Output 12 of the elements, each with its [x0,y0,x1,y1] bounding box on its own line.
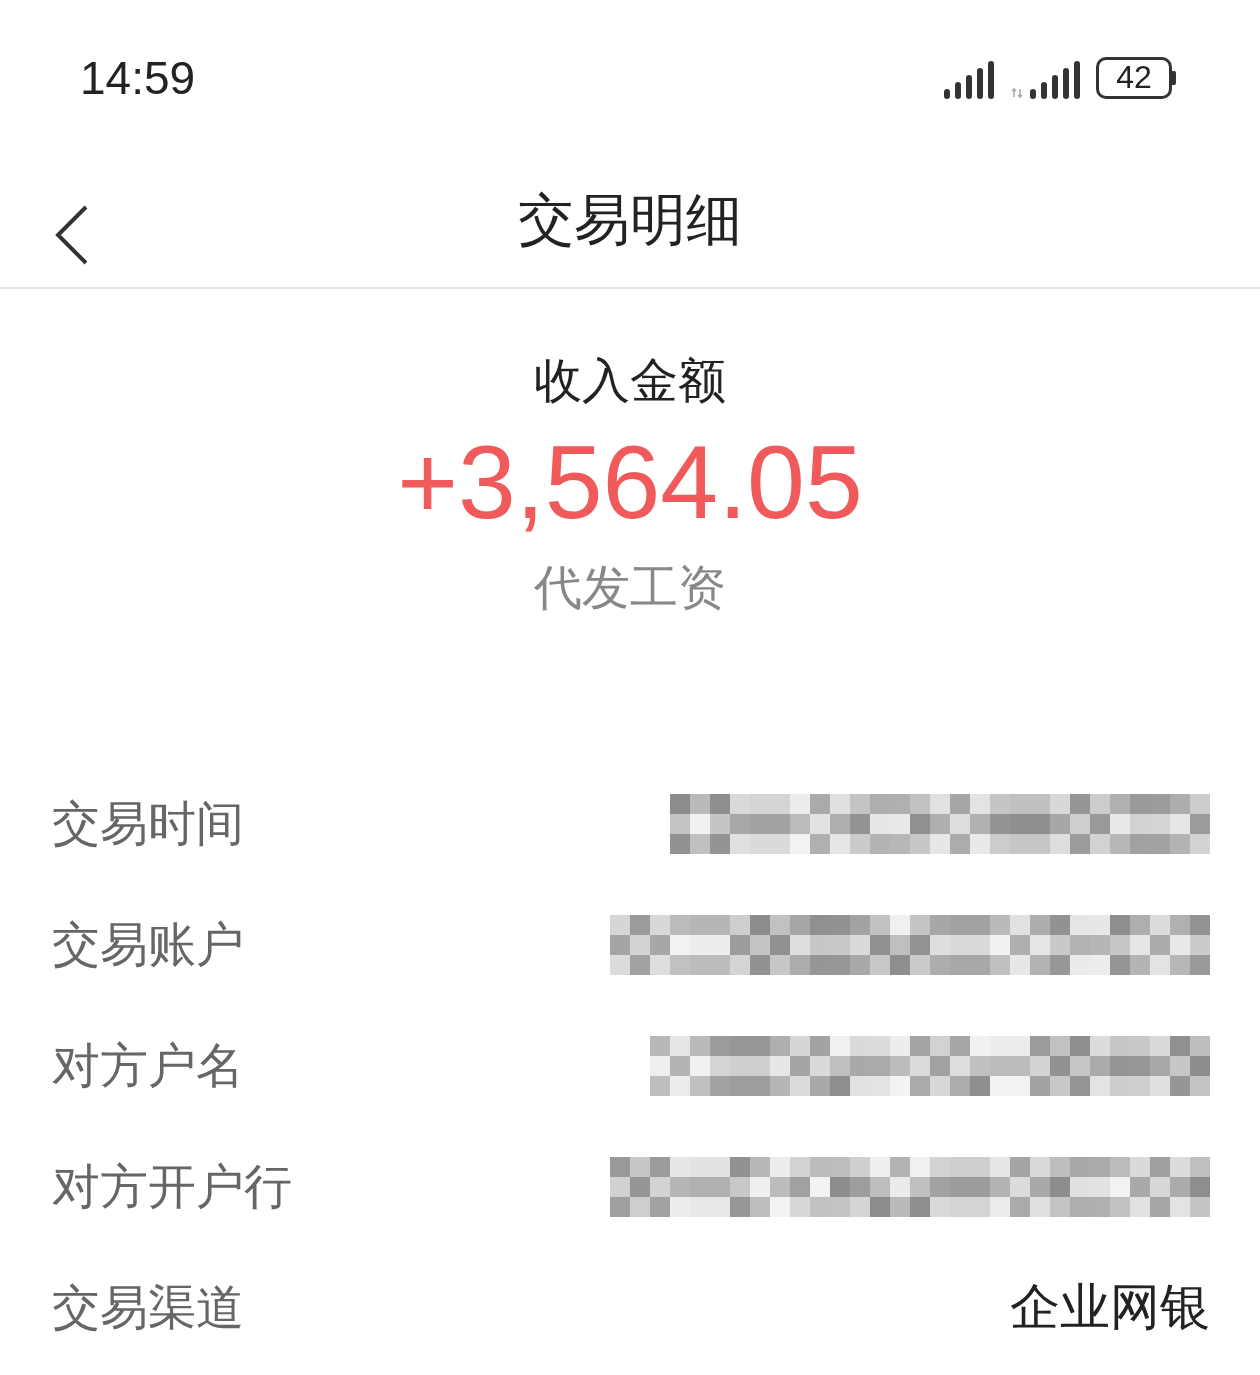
detail-label: 对方开户行 [52,1156,292,1216]
battery-level: 42 [1116,59,1152,96]
amount-label: 收入金额 [534,351,726,410]
transaction-type: 代发工资 [534,558,726,617]
amount: +3,564.05 [397,423,863,542]
detail-label: 对方户名 [52,1035,244,1095]
detail-label: 交易渠道 [52,1277,244,1337]
status-time: 14:59 [80,50,196,105]
page-title: 交易明细 [518,186,742,254]
detail-label: 交易账户 [52,914,244,974]
detail-label: 交易时间 [52,793,244,853]
detail-value: 企业网银 [1010,1277,1210,1338]
